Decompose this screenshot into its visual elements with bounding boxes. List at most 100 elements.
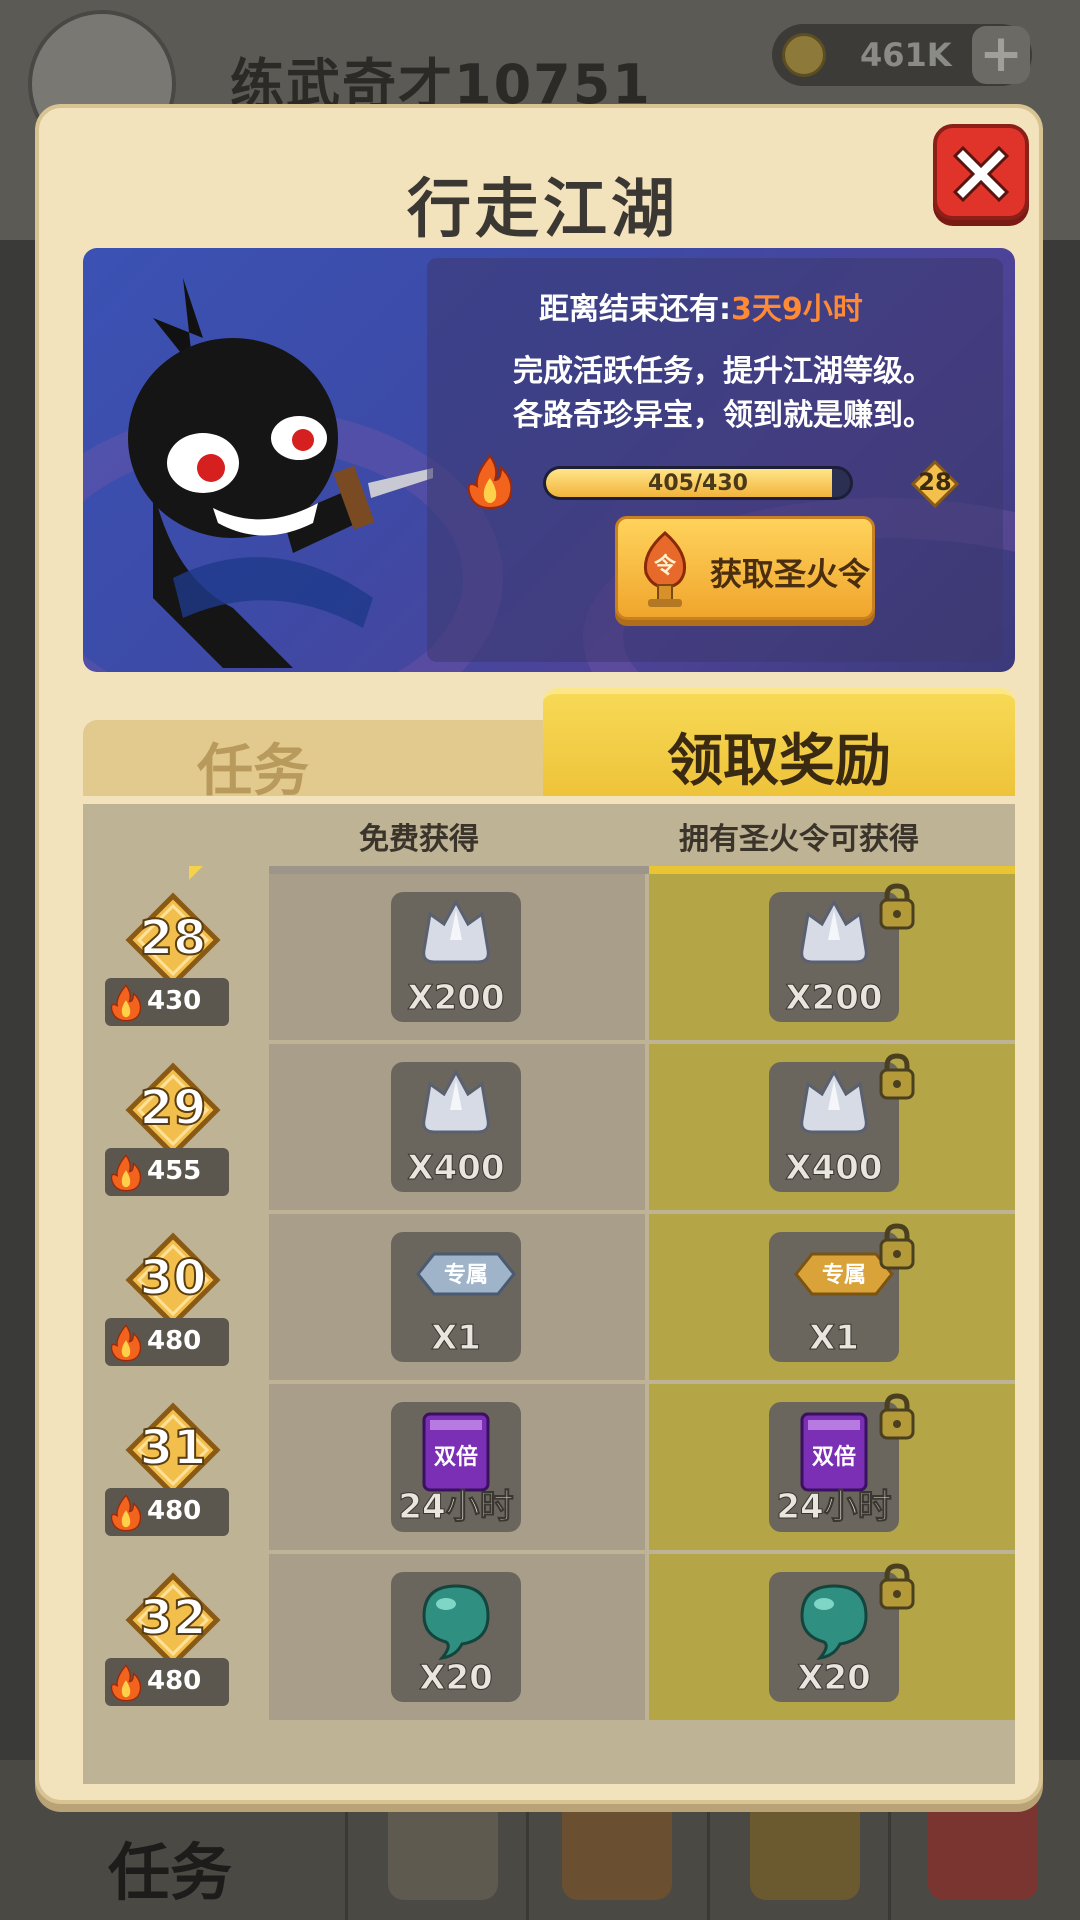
lock-icon xyxy=(877,1052,917,1104)
level-requirement: 430 xyxy=(105,978,229,1026)
event-banner: 距离结束还有:3天9小时 完成活跃任务，提升江湖等级。 各路奇珍异宝，领到就是赚… xyxy=(83,248,1015,672)
free-reward-cell[interactable]: X200 xyxy=(269,874,645,1040)
fire-icon xyxy=(109,1154,143,1196)
jade-gem-icon xyxy=(794,1580,874,1664)
book-icon xyxy=(388,1790,498,1900)
modal-title: 行走江湖 xyxy=(407,173,679,247)
item-label: 双倍 xyxy=(812,1444,856,1470)
reward-item[interactable]: 双倍 24小时 xyxy=(769,1393,915,1532)
reward-item[interactable]: X400 xyxy=(391,1062,521,1192)
reward-item[interactable]: X400 xyxy=(769,1053,915,1192)
ninja-character xyxy=(128,278,433,668)
close-button[interactable] xyxy=(933,124,1029,220)
requirement-value: 455 xyxy=(147,1156,202,1186)
coin-counter: 461K + xyxy=(772,24,1032,86)
tab-tasks[interactable]: 任务 xyxy=(83,720,547,804)
close-icon xyxy=(952,145,1010,203)
reward-row: 29 455 X400 X400 xyxy=(83,1044,1015,1214)
countdown-label: 距离结束还有: xyxy=(539,292,731,327)
reward-quantity: X200 xyxy=(407,978,505,1019)
fire-icon xyxy=(109,1494,143,1536)
tab-rewards-label: 领取奖励 xyxy=(667,729,891,794)
level-badge: 30 480 xyxy=(105,1232,229,1366)
reward-item[interactable]: 双倍 24小时 xyxy=(391,1402,521,1532)
reward-item[interactable]: 专属 X1 xyxy=(391,1232,521,1362)
reward-quantity: X1 xyxy=(431,1318,482,1359)
lock-icon xyxy=(877,1562,917,1614)
reward-quantity: X1 xyxy=(809,1318,860,1359)
item-label: 专属 xyxy=(822,1262,866,1288)
free-reward-cell[interactable]: 专属 X1 xyxy=(269,1214,645,1380)
free-reward-cell[interactable]: X20 xyxy=(269,1554,645,1720)
token-glyph: 令 xyxy=(654,553,677,579)
paid-reward-cell[interactable]: 双倍 24小时 xyxy=(649,1384,1015,1550)
nav-tasks-label: 任务 xyxy=(108,1836,233,1909)
free-reward-cell[interactable]: 双倍 24小时 xyxy=(269,1384,645,1550)
paid-reward-cell[interactable]: 专属 X1 xyxy=(649,1214,1015,1380)
level-badge: 31 480 xyxy=(105,1402,229,1536)
reward-quantity: 24小时 xyxy=(776,1487,892,1528)
level-number: 32 xyxy=(139,1589,208,1647)
header-divider-paid xyxy=(649,866,1015,874)
column-header-free: 免费获得 xyxy=(359,822,479,857)
requirement-value: 480 xyxy=(147,1666,202,1696)
fire-icon xyxy=(109,1664,143,1706)
reward-item[interactable]: 专属 X1 xyxy=(769,1223,915,1362)
exclusive-plaque-icon: 专属 xyxy=(416,1240,516,1314)
desc-line-1: 完成活跃任务，提升江湖等级。 xyxy=(513,354,933,389)
shop-icon xyxy=(928,1790,1038,1900)
column-header-paid: 拥有圣火令可获得 xyxy=(679,822,919,857)
level-number: 30 xyxy=(139,1249,208,1307)
reward-item[interactable]: X20 xyxy=(391,1572,521,1702)
level-requirement: 480 xyxy=(105,1488,229,1536)
reward-item[interactable]: X200 xyxy=(391,892,521,1022)
level-number: 29 xyxy=(139,1079,208,1137)
reward-row: 28 430 X200 X200 xyxy=(83,874,1015,1044)
tab-rewards[interactable]: 领取奖励 xyxy=(543,688,1015,796)
level-requirement: 480 xyxy=(105,1318,229,1366)
reward-item[interactable]: X200 xyxy=(769,883,915,1022)
header-divider-free xyxy=(269,866,649,874)
reward-quantity: 24小时 xyxy=(398,1487,514,1528)
item-label: 专属 xyxy=(444,1262,488,1288)
level-badge: 32 480 xyxy=(105,1572,229,1706)
torch-token-icon: 令 xyxy=(643,531,687,607)
lock-icon xyxy=(877,882,917,934)
rewards-table: 免费获得 拥有圣火令可获得 28 430 X200 X200 29 455 X400 X400… xyxy=(83,804,1015,1784)
reward-quantity: X200 xyxy=(785,978,883,1019)
gate-icon xyxy=(750,1790,860,1900)
level-badge: 29 455 xyxy=(105,1062,229,1196)
reward-quantity: X20 xyxy=(797,1658,872,1699)
paid-reward-cell[interactable]: X200 xyxy=(649,874,1015,1040)
reward-row: 32 480 X20 X20 xyxy=(83,1554,1015,1724)
crystal-icon xyxy=(794,898,874,974)
fire-icon xyxy=(109,1324,143,1366)
level-requirement: 480 xyxy=(105,1658,229,1706)
coin-amount: 461K xyxy=(860,36,952,74)
reward-quantity: X400 xyxy=(407,1148,505,1189)
event-description: 完成活跃任务，提升江湖等级。 各路奇珍异宝，领到就是赚到。 xyxy=(463,350,983,438)
paid-reward-cell[interactable]: X20 xyxy=(649,1554,1015,1720)
item-label: 双倍 xyxy=(434,1444,478,1470)
reward-row: 30 480 专属 X1 专属 X1 xyxy=(83,1214,1015,1384)
level-badge: 28 430 xyxy=(105,892,229,1026)
free-reward-cell[interactable]: X400 xyxy=(269,1044,645,1210)
get-token-button[interactable]: 令 获取圣火令 xyxy=(615,516,875,620)
reward-quantity: X20 xyxy=(419,1658,494,1699)
countdown: 距离结束还有:3天9小时 xyxy=(539,284,863,328)
lock-icon xyxy=(877,1222,917,1274)
reward-row: 31 480 双倍 24小时 双倍 24小时 xyxy=(83,1384,1015,1554)
reward-item[interactable]: X20 xyxy=(769,1563,915,1702)
level-number: 28 xyxy=(139,909,208,967)
crystal-icon xyxy=(794,1068,874,1144)
level-number: 31 xyxy=(139,1419,208,1477)
add-coins-button[interactable]: + xyxy=(972,26,1030,84)
crystal-icon xyxy=(416,1068,496,1144)
countdown-value: 3天9小时 xyxy=(731,292,863,327)
get-token-label: 获取圣火令 xyxy=(710,555,871,593)
crystal-icon xyxy=(416,898,496,974)
lock-icon xyxy=(877,1392,917,1444)
crossed-swords-icon xyxy=(562,1790,672,1900)
fire-icon xyxy=(467,454,513,510)
paid-reward-cell[interactable]: X400 xyxy=(649,1044,1015,1210)
